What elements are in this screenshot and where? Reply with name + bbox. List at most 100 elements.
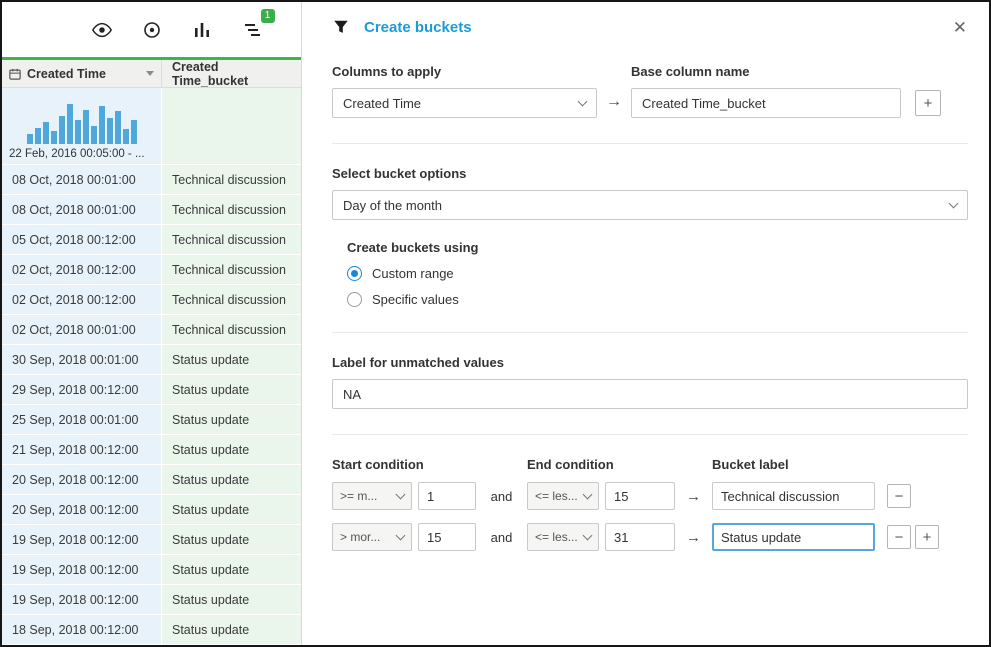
histogram-bar (114, 111, 121, 144)
histogram-bar (50, 131, 57, 144)
end-operator-select[interactable]: <= les... (527, 523, 599, 551)
bucket-value-cell[interactable]: Technical discussion (162, 255, 301, 285)
created-time-cell[interactable]: 19 Sep, 2018 00:12:00 (2, 585, 162, 615)
dialog-header: Create buckets ✕ (302, 2, 989, 52)
dialog-body: Columns to apply Created Time → Base col… (302, 52, 989, 645)
preview-toolbar: 1 (2, 2, 301, 57)
column-stats-icon[interactable] (190, 18, 214, 42)
created-time-cell[interactable]: 02 Oct, 2018 00:12:00 (2, 255, 162, 285)
divider (332, 434, 968, 435)
bucket-label-input[interactable] (712, 523, 875, 551)
radio-selected-icon (347, 266, 362, 281)
column-select[interactable]: Created Time (332, 88, 597, 118)
table-row: 19 Sep, 2018 00:12:00 Status update (2, 585, 301, 615)
chevron-down-icon (948, 198, 959, 208)
column-header-bucket[interactable]: Created Time_bucket (162, 60, 301, 88)
bucket-value-cell[interactable]: Technical discussion (162, 315, 301, 345)
bucket-value-cell[interactable]: Status update (162, 435, 301, 465)
histogram-bar (130, 120, 137, 144)
app-window: 1 Created Time Created Time_bucket 22 Fe… (0, 0, 991, 647)
bucket-value-cell[interactable]: Status update (162, 465, 301, 495)
bucket-value-cell[interactable]: Technical discussion (162, 165, 301, 195)
chevron-down-icon (582, 530, 593, 540)
created-time-cell[interactable]: 08 Oct, 2018 00:01:00 (2, 165, 162, 195)
arrow-right-icon: → (606, 93, 622, 110)
radio-unselected-icon (347, 292, 362, 307)
bucket-value-cell[interactable]: Status update (162, 495, 301, 525)
histogram-bar (42, 122, 49, 144)
chevron-down-icon (577, 96, 588, 106)
created-time-cell[interactable]: 20 Sep, 2018 00:12:00 (2, 495, 162, 525)
bucket-value-cell[interactable]: Status update (162, 615, 301, 645)
bucket-value-cell[interactable]: Status update (162, 555, 301, 585)
add-condition-row-button[interactable]: + (915, 525, 939, 549)
created-time-cell[interactable]: 29 Sep, 2018 00:12:00 (2, 375, 162, 405)
created-time-cell[interactable]: 19 Sep, 2018 00:12:00 (2, 555, 162, 585)
radio-label: Specific values (372, 292, 459, 307)
histogram-bar (58, 116, 65, 144)
radio-specific-values[interactable]: Specific values (347, 292, 968, 307)
unmatched-values-input[interactable] (332, 379, 968, 409)
bucket-value-cell[interactable]: Technical discussion (162, 195, 301, 225)
created-time-cell[interactable]: 19 Sep, 2018 00:12:00 (2, 525, 162, 555)
end-operator-select[interactable]: <= les... (527, 482, 599, 510)
histogram-row: 22 Feb, 2016 00:05:00 - ... (2, 88, 301, 165)
start-operator-select[interactable]: > mor... (332, 523, 412, 551)
table-row: 29 Sep, 2018 00:12:00 Status update (2, 375, 301, 405)
create-buckets-using-section: Create buckets using Custom range Specif… (347, 240, 968, 307)
histogram-bar (34, 128, 41, 144)
created-time-cell[interactable]: 30 Sep, 2018 00:01:00 (2, 345, 162, 375)
end-value-input[interactable] (605, 482, 675, 510)
target-icon[interactable] (140, 18, 164, 42)
radio-custom-range[interactable]: Custom range (347, 266, 968, 281)
created-time-cell[interactable]: 20 Sep, 2018 00:12:00 (2, 465, 162, 495)
bucket-value-cell[interactable]: Status update (162, 375, 301, 405)
remove-condition-row-button[interactable]: − (887, 525, 911, 549)
sort-caret-icon[interactable] (146, 71, 154, 76)
unmatched-values-label: Label for unmatched values (332, 355, 504, 370)
start-operator-value: >= m... (340, 489, 378, 503)
steps-list-icon[interactable]: 1 (240, 8, 275, 42)
base-column-input[interactable] (631, 88, 901, 118)
histogram-bar (90, 126, 97, 144)
bucket-value-cell[interactable]: Technical discussion (162, 285, 301, 315)
table-row: 08 Oct, 2018 00:01:00 Technical discussio… (2, 195, 301, 225)
start-value-input[interactable] (418, 523, 476, 551)
table-row: 30 Sep, 2018 00:01:00 Status update (2, 345, 301, 375)
histogram-bar (82, 110, 89, 144)
created-time-cell[interactable]: 05 Oct, 2018 00:12:00 (2, 225, 162, 255)
histogram-cell[interactable]: 22 Feb, 2016 00:05:00 - ... (2, 88, 162, 165)
column-header-created-time[interactable]: Created Time (2, 60, 162, 87)
add-target-column-button[interactable]: + (915, 90, 941, 116)
bucket-value-cell[interactable]: Status update (162, 525, 301, 555)
created-time-cell[interactable]: 08 Oct, 2018 00:01:00 (2, 195, 162, 225)
bucket-value-cell[interactable]: Technical discussion (162, 225, 301, 255)
start-operator-select[interactable]: >= m... (332, 482, 412, 510)
created-time-cell[interactable]: 21 Sep, 2018 00:12:00 (2, 435, 162, 465)
end-operator-value: <= les... (535, 489, 578, 503)
chevron-down-icon (395, 489, 406, 499)
table-row: 21 Sep, 2018 00:12:00 Status update (2, 435, 301, 465)
end-condition-header: End condition (527, 457, 614, 472)
calendar-icon (9, 68, 21, 80)
created-time-cell[interactable]: 02 Oct, 2018 00:12:00 (2, 285, 162, 315)
eye-icon[interactable] (90, 18, 114, 42)
table-row: 19 Sep, 2018 00:12:00 Status update (2, 555, 301, 585)
bucket-options-select[interactable]: Day of the month (332, 190, 968, 220)
bucket-value-cell[interactable]: Status update (162, 405, 301, 435)
histogram-chart (6, 98, 157, 144)
remove-condition-row-button[interactable]: − (887, 484, 911, 508)
end-value-input[interactable] (605, 523, 675, 551)
bucket-options-value: Day of the month (343, 197, 442, 213)
radio-label: Custom range (372, 266, 454, 281)
bucket-value-cell[interactable]: Status update (162, 345, 301, 375)
bucket-value-cell[interactable]: Status update (162, 585, 301, 615)
close-icon[interactable]: ✕ (953, 19, 967, 36)
created-time-cell[interactable]: 18 Sep, 2018 00:12:00 (2, 615, 162, 645)
table-row: 20 Sep, 2018 00:12:00 Status update (2, 495, 301, 525)
bucket-options-label: Select bucket options (332, 166, 467, 181)
created-time-cell[interactable]: 25 Sep, 2018 00:01:00 (2, 405, 162, 435)
start-value-input[interactable] (418, 482, 476, 510)
created-time-cell[interactable]: 02 Oct, 2018 00:01:00 (2, 315, 162, 345)
bucket-label-input[interactable] (712, 482, 875, 510)
